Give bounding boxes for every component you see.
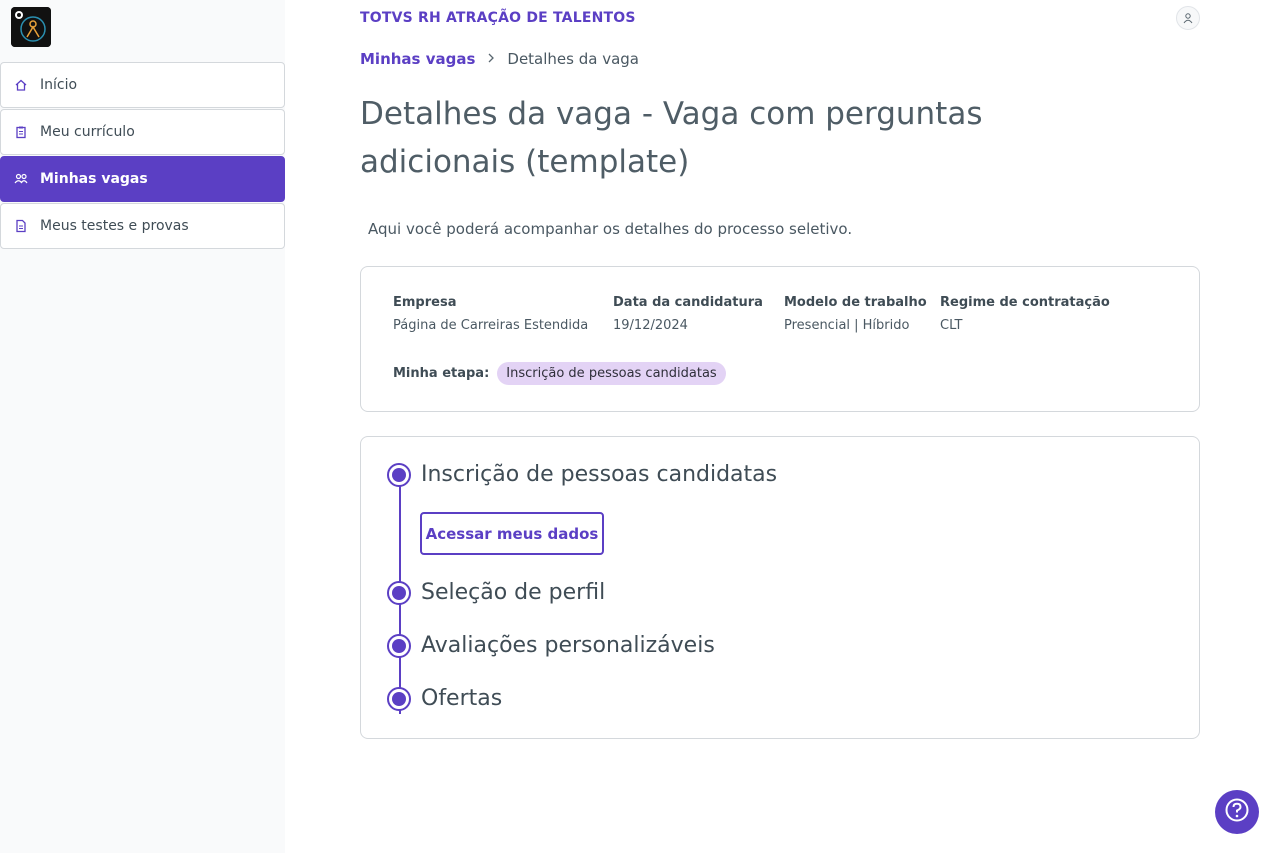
sidebar-item-label: Início [40, 77, 78, 93]
timeline-dot-icon [387, 686, 411, 711]
process-timeline-card: Inscrição de pessoas candidatas Acessar … [360, 436, 1200, 739]
access-my-data-button[interactable]: Acessar meus dados [420, 512, 604, 555]
timeline-step-title: Inscrição de pessoas candidatas [421, 462, 778, 487]
info-value: CLT [940, 318, 963, 333]
sidebar-item-meus-testes[interactable]: Meus testes e provas [0, 203, 285, 249]
page-title: Detalhes da vaga - Vaga com perguntas ad… [360, 96, 983, 180]
stage-badge: Inscrição de pessoas candidatas [497, 362, 726, 385]
sidebar-item-label: Meus testes e provas [40, 218, 189, 234]
help-button[interactable] [1215, 790, 1259, 834]
brand-title: TOTVS RH ATRAÇÃO DE TALENTOS [360, 10, 636, 26]
sidebar-item-minhas-vagas[interactable]: Minhas vagas [0, 156, 285, 202]
app: Início Meu currículo Minhas vagas Meus t… [0, 0, 1274, 853]
info-label: Regime de contratação [940, 295, 1110, 310]
info-value: Presencial | Híbrido [784, 318, 910, 333]
info-label: Modelo de trabalho [784, 295, 927, 310]
timeline-dot-icon [387, 462, 411, 487]
timeline-step-title: Avaliações personalizáveis [421, 633, 715, 658]
chevron-right-icon [487, 52, 495, 67]
main-content: TOTVS RH ATRAÇÃO DE TALENTOS Minhas vaga… [285, 0, 1274, 853]
timeline-step: Seleção de perfil [387, 580, 605, 605]
info-modelo-trabalho: Modelo de trabalho Presencial | Híbrido [784, 295, 927, 333]
sidebar-item-label: Minhas vagas [40, 171, 148, 187]
people-icon [14, 172, 28, 186]
timeline-dot-icon [387, 580, 411, 605]
user-menu-button[interactable] [1176, 6, 1200, 30]
breadcrumb: Minhas vagas Detalhes da vaga [360, 50, 639, 68]
stage-label: Minha etapa: [393, 366, 490, 381]
info-value: Página de Carreiras Estendida [393, 318, 589, 333]
info-data-candidatura: Data da candidatura 19/12/2024 [613, 295, 763, 333]
document-icon [14, 219, 28, 233]
sidebar-item-meu-curriculo[interactable]: Meu currículo [0, 109, 285, 155]
breadcrumb-current: Detalhes da vaga [507, 50, 639, 68]
info-label: Empresa [393, 295, 457, 310]
timeline-step: Ofertas [387, 686, 502, 711]
breadcrumb-link-minhas-vagas[interactable]: Minhas vagas [360, 50, 475, 68]
clipboard-icon [14, 125, 28, 139]
page-intro: Aqui você poderá acompanhar os detalhes … [368, 220, 853, 238]
sidebar: Início Meu currículo Minhas vagas Meus t… [0, 0, 285, 853]
sidebar-item-inicio[interactable]: Início [0, 62, 285, 108]
timeline-step-title: Ofertas [421, 686, 503, 711]
help-icon [1224, 797, 1250, 827]
timeline-step-title: Seleção de perfil [421, 580, 606, 605]
app-logo[interactable] [11, 7, 51, 47]
info-regime-contratacao: Regime de contratação CLT [940, 295, 1110, 333]
sidebar-nav: Início Meu currículo Minhas vagas Meus t… [0, 62, 285, 250]
timeline-dot-icon [387, 633, 411, 658]
current-stage: Minha etapa: Inscrição de pessoas candid… [393, 362, 726, 385]
info-value: 19/12/2024 [613, 318, 688, 333]
info-label: Data da candidatura [613, 295, 763, 310]
info-empresa: Empresa Página de Carreiras Estendida [393, 295, 588, 333]
sidebar-item-label: Meu currículo [40, 124, 135, 140]
timeline-step: Avaliações personalizáveis [387, 633, 715, 658]
timeline-step: Inscrição de pessoas candidatas [387, 462, 777, 487]
user-icon [1182, 9, 1194, 28]
job-info-card: Empresa Página de Carreiras Estendida Da… [360, 266, 1200, 412]
home-icon [14, 78, 28, 92]
